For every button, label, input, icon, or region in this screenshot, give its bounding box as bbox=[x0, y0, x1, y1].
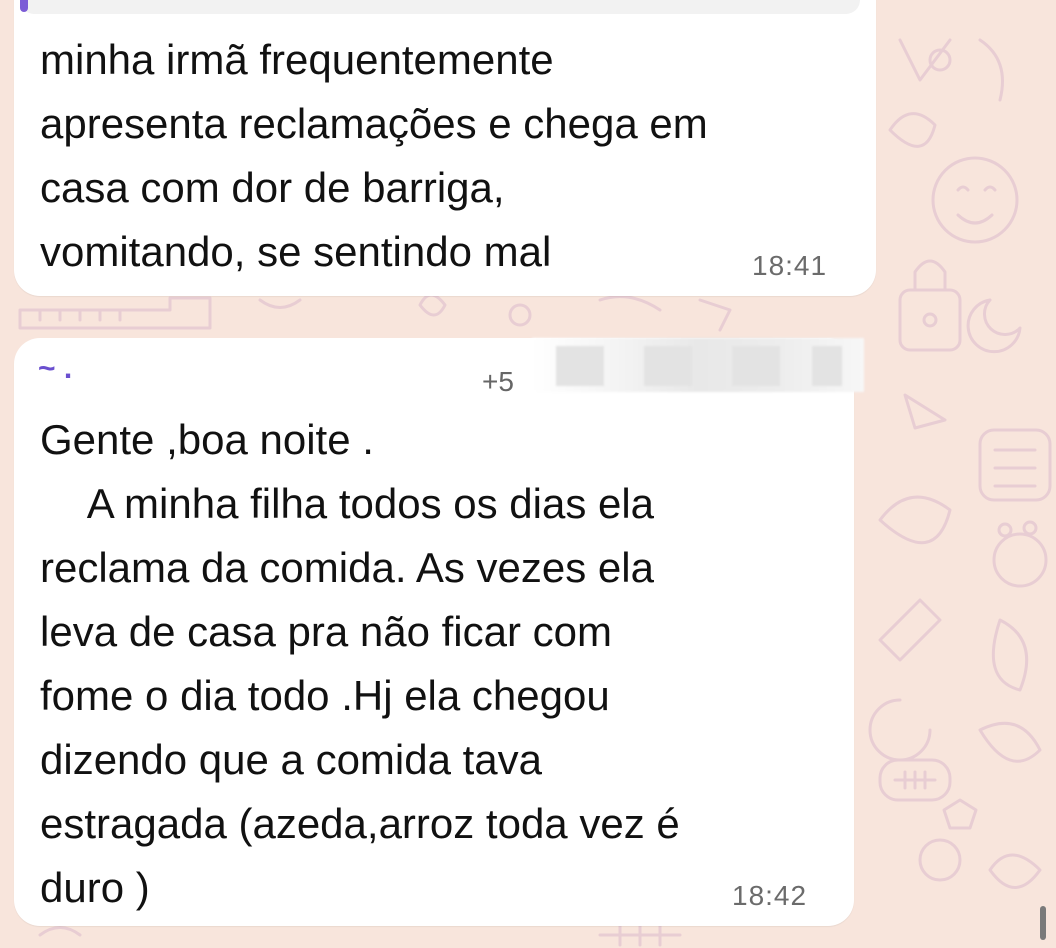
smiley-doodle-icon bbox=[931, 156, 1019, 244]
pencil-doodle-icon bbox=[878, 598, 942, 662]
chili-doodle-icon bbox=[898, 38, 952, 82]
redacted-phone-blur bbox=[532, 338, 864, 392]
message-timestamp: 18:41 bbox=[752, 250, 828, 281]
quoted-message-strip bbox=[20, 0, 860, 14]
leaf-doodle-icon bbox=[878, 495, 952, 545]
arrow-doodle-icon bbox=[903, 393, 947, 430]
heart-doodle-icon bbox=[888, 112, 937, 148]
moon-doodle-icon bbox=[966, 298, 1022, 354]
ruler-doodle-icon bbox=[18, 296, 212, 330]
message-timestamp: 18:42 bbox=[732, 880, 808, 911]
scrollbar-thumb[interactable] bbox=[1040, 906, 1046, 940]
lock-doodle-icon bbox=[898, 288, 962, 352]
star-doodle-icon bbox=[942, 798, 978, 830]
moon-small-doodle-icon bbox=[868, 698, 932, 762]
message-text: minha irmã frequentemente apresenta recl… bbox=[40, 36, 708, 275]
quoted-message-accent-bar bbox=[20, 0, 28, 12]
sender-phone-number: +5 bbox=[482, 366, 514, 397]
paw-doodle-icon bbox=[992, 532, 1048, 588]
message-text: Gente ,boa noite . A minha filha todos o… bbox=[40, 416, 680, 911]
calendar-doodle-icon bbox=[978, 428, 1052, 502]
sender-name[interactable]: ~ . bbox=[38, 352, 72, 386]
